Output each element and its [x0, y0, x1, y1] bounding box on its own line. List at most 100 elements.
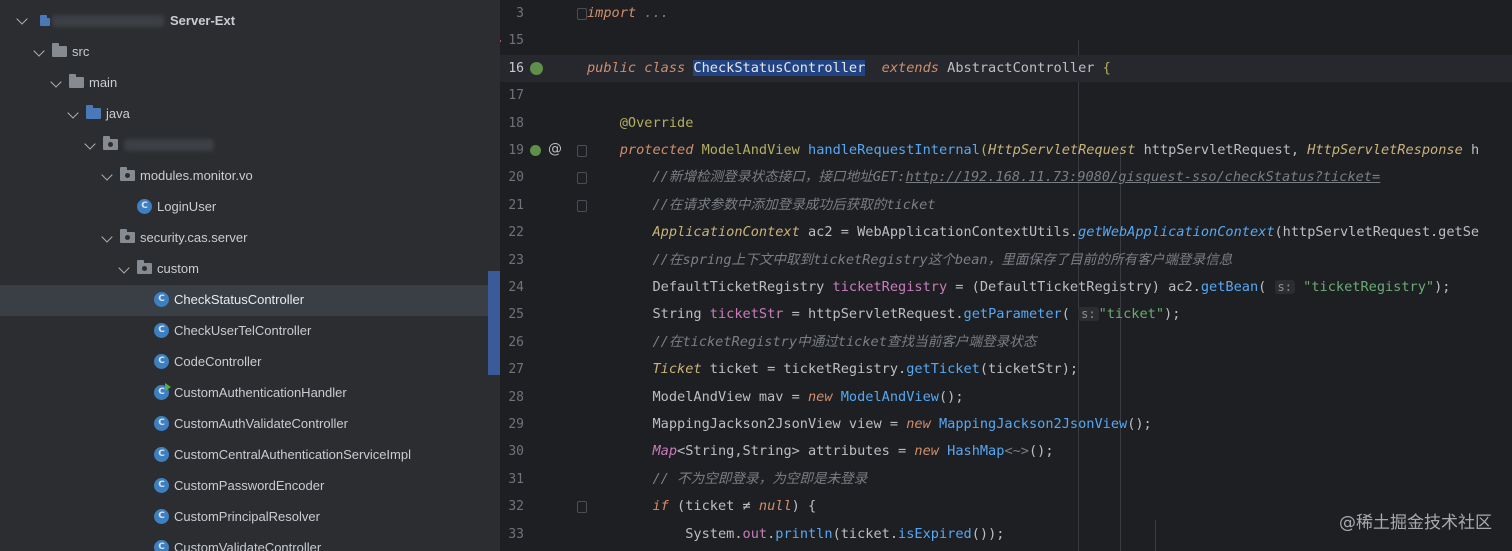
line-number: 25	[508, 307, 524, 323]
param-token: h	[1470, 142, 1480, 158]
tree-item-label: CheckStatusController	[174, 292, 305, 307]
tree-item-label: CustomValidateController	[174, 540, 322, 551]
string-token: "ticketRegistry"	[1303, 279, 1435, 295]
tree-item-customcentralauthenticationserviceimpl[interactable]: C CustomCentralAuthenticationServiceImpl	[0, 440, 500, 471]
chevron-down-icon[interactable]	[84, 138, 96, 150]
tree-item-custom[interactable]: custom	[0, 254, 500, 285]
tree-item-checkstatuscontroller[interactable]: C CheckStatusController	[0, 285, 500, 316]
code-line[interactable]: 3 import ...	[500, 0, 1512, 27]
code-line[interactable]: 26 //在ticketRegistry中通过ticket查找当前客户端登录状态	[500, 329, 1512, 356]
tree-item-java[interactable]: java	[0, 99, 500, 130]
code-line[interactable]: 31 // 不为空即登录，为空即是未登录	[500, 466, 1512, 493]
class-icon: C	[154, 447, 169, 462]
code-line[interactable]: 27 Ticket ticket = ticketRegistry.getTic…	[500, 356, 1512, 383]
code-token: ();	[1127, 416, 1152, 432]
code-line[interactable]: 23 //在spring上下文中取到ticketRegistry这个bean，里…	[500, 247, 1512, 274]
method-name-token: isExpired	[898, 525, 972, 542]
tree-item-label: CustomCentralAuthenticationServiceImpl	[174, 447, 411, 462]
fold-icon[interactable]	[577, 172, 587, 185]
class-icon: C	[154, 354, 169, 369]
comment-token: //在ticketRegistry中通过ticket查找当前客户端登录状态	[652, 333, 1037, 350]
tree-item-custompasswordencoder[interactable]: C CustomPasswordEncoder	[0, 471, 500, 502]
request-mapping-icon[interactable]: @	[548, 141, 562, 157]
tree-item-package-redacted[interactable]	[0, 130, 500, 161]
code-line[interactable]: 20 //新增检测登录状态接口，接口地址GET:http://192.168.1…	[500, 164, 1512, 191]
tree-item-modules-monitor-vo[interactable]: modules.monitor.vo	[0, 161, 500, 192]
code-token: (ticket ≠	[668, 498, 759, 515]
code-token: ());	[971, 525, 1005, 542]
keyword-token: if	[652, 498, 669, 515]
chevron-down-icon[interactable]	[101, 169, 113, 181]
chevron-down-icon[interactable]	[33, 45, 45, 57]
keyword-token: class	[644, 59, 686, 76]
tree-item-customvalidatecontroller[interactable]: C CustomValidateController	[0, 533, 500, 551]
diamond-token: <~>	[1004, 443, 1029, 460]
chevron-down-icon[interactable]	[118, 262, 130, 274]
chevron-down-icon[interactable]	[101, 231, 113, 243]
redacted-text	[52, 15, 164, 27]
comment-token: //在spring上下文中取到ticketRegistry这个bean，里面保存…	[652, 251, 1233, 268]
fold-icon[interactable]	[577, 501, 587, 514]
tree-item-codecontroller[interactable]: C CodeController	[0, 347, 500, 378]
tree-item-customprincipalresolver[interactable]: C CustomPrincipalResolver	[0, 502, 500, 533]
code-token: MappingJackson2JsonView view =	[652, 416, 907, 432]
variable-token: ticketRegistry	[832, 279, 948, 295]
string-token: "ticket"	[1098, 306, 1165, 323]
comment-token: //新增检测登录状态接口，接口地址GET:	[652, 169, 906, 186]
method-name-token: println	[775, 525, 833, 542]
tree-item-label: custom	[157, 261, 199, 276]
spring-bean-icon[interactable]	[530, 61, 543, 75]
fold-icon[interactable]	[577, 199, 587, 212]
tree-item-main[interactable]: main	[0, 68, 500, 99]
variable-token: ticketStr	[709, 306, 784, 323]
tree-root-row[interactable]: Server-Ext	[0, 6, 500, 37]
code-line[interactable]: 15	[500, 27, 1512, 54]
keyword-token: new	[914, 443, 939, 460]
tree-item-loginuser[interactable]: C LoginUser	[0, 192, 500, 223]
code-line[interactable]: 22 ApplicationContext ac2 = WebApplicati…	[500, 219, 1512, 246]
chevron-down-icon[interactable]	[50, 76, 62, 88]
code-line-current[interactable]: 16 public class CheckStatusController ex…	[500, 54, 1512, 83]
keyword-token: new	[906, 416, 931, 432]
package-icon	[103, 136, 118, 150]
type-token: ModelAndView	[701, 142, 800, 158]
tree-item-checkusertelcontroller[interactable]: C CheckUserTelController	[0, 316, 500, 347]
tree-item-customauthenticationhandler[interactable]: C CustomAuthenticationHandler	[0, 378, 500, 409]
method-name-token: getBean	[1200, 279, 1259, 295]
line-number: 32	[508, 499, 524, 515]
code-token: System.	[685, 525, 743, 542]
code-line[interactable]: 18 @Override	[500, 110, 1512, 137]
code-line[interactable]: 19 @ protected ModelAndView handleReques…	[500, 137, 1512, 164]
line-number: 21	[508, 197, 524, 213]
class-icon: C	[137, 199, 152, 214]
code-editor[interactable]: 3 import ... 15 16 public class CheckSta…	[500, 0, 1512, 551]
tree-item-src[interactable]: src	[0, 37, 500, 68]
tree-item-label: CustomPasswordEncoder	[174, 478, 325, 493]
fold-icon[interactable]	[577, 8, 587, 20]
tree-item-customauthvalidatecontroller[interactable]: C CustomAuthValidateController	[0, 409, 500, 440]
chevron-down-icon[interactable]	[67, 107, 79, 119]
comment-token: //在请求参数中添加登录成功后获取的ticket	[652, 196, 936, 213]
tree-item-label: java	[106, 106, 130, 121]
code-line[interactable]: 29 MappingJackson2JsonView view = new Ma…	[500, 411, 1512, 438]
tree-item-security-cas-server[interactable]: security.cas.server	[0, 223, 500, 254]
chevron-down-icon[interactable]	[16, 13, 28, 25]
fold-icon[interactable]	[577, 145, 587, 157]
vcs-change-marker[interactable]	[488, 271, 500, 375]
keyword-token: null	[758, 498, 792, 515]
code-line[interactable]: 24 DefaultTicketRegistry ticketRegistry …	[500, 274, 1512, 301]
param-token: httpServletRequest,	[1143, 142, 1300, 158]
code-line[interactable]: 30 Map<String,String> attributes = new H…	[500, 438, 1512, 465]
class-icon: C	[154, 323, 169, 338]
code-line[interactable]: 21 //在请求参数中添加登录成功后获取的ticket	[500, 192, 1512, 219]
folded-imports[interactable]: ...	[644, 5, 669, 21]
comment-token: // 不为空即登录，为空即是未登录	[652, 470, 868, 487]
override-method-icon[interactable]	[530, 145, 541, 156]
code-line[interactable]: 25 String ticketStr = httpServletRequest…	[500, 301, 1512, 328]
keyword-token: new	[807, 388, 833, 405]
code-token: ticket = ticketRegistry.	[701, 361, 907, 378]
code-token: ();	[1029, 443, 1054, 460]
comment-url-link[interactable]: http://192.168.11.73:9080/gisquest-sso/c…	[906, 169, 1381, 185]
code-line[interactable]: 17	[500, 82, 1512, 109]
code-line[interactable]: 28 ModelAndView mav = new ModelAndView()…	[500, 384, 1512, 411]
